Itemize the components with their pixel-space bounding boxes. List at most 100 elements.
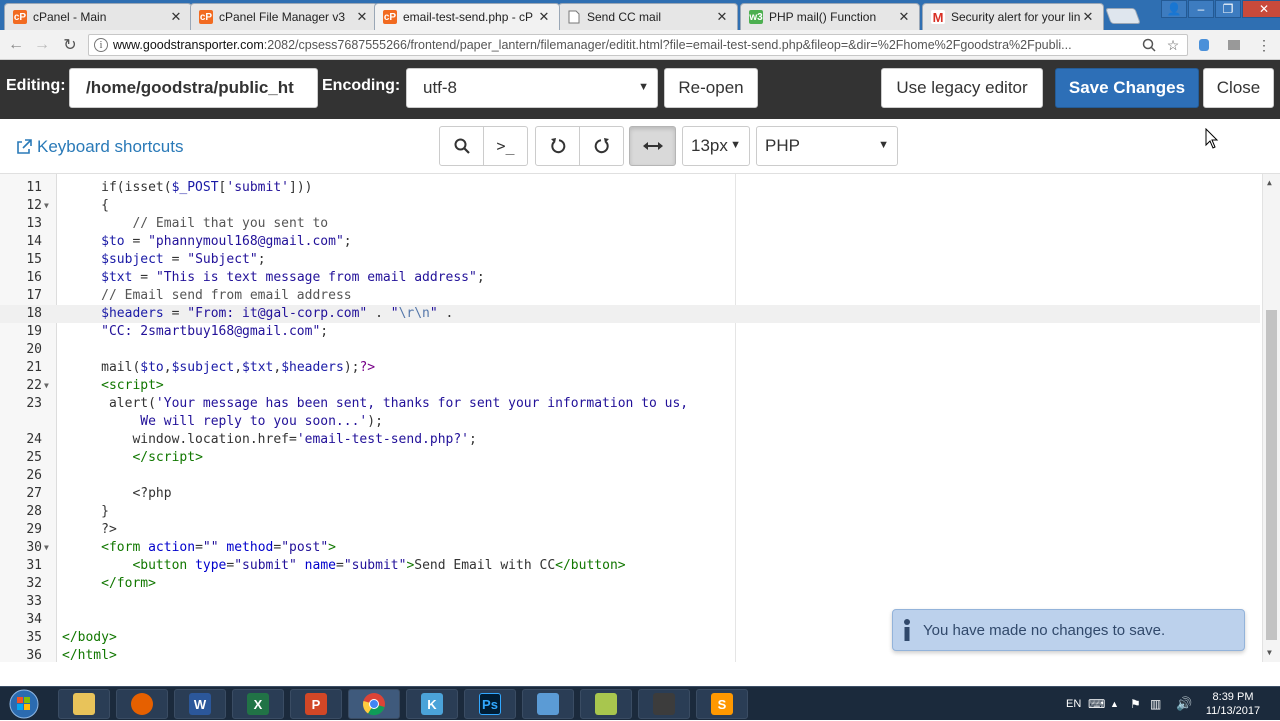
tab-close-icon[interactable]: ✕ (1081, 9, 1095, 25)
tab-close-icon[interactable]: ✕ (537, 9, 551, 25)
tab-close-icon[interactable]: ✕ (715, 9, 729, 25)
search-button[interactable] (439, 126, 484, 166)
address-bar[interactable]: i www.goodstransporter.com:2082/cpsess76… (88, 34, 1188, 56)
browser-tab-strip: cP cPanel - Main ✕ cP cPanel File Manage… (0, 0, 1280, 30)
external-link-icon (17, 139, 32, 154)
vertical-scrollbar[interactable]: ▲ ▼ (1262, 174, 1280, 662)
browser-toolbar: ← → ↻ i www.goodstransporter.com:2082/cp… (0, 30, 1280, 60)
language-indicator[interactable]: EN (1066, 687, 1081, 721)
sublime-icon: S (711, 693, 733, 715)
taskbar-excel[interactable]: X (232, 689, 284, 719)
search-icon (454, 138, 470, 154)
security-icon[interactable]: ⚑ (1130, 687, 1141, 721)
camera-icon (653, 693, 675, 715)
folder-icon (73, 693, 95, 715)
code-line: 29 ?> (26, 522, 117, 537)
font-size-select[interactable]: 13px ▼ (682, 126, 750, 166)
toast-message: You have made no changes to save. (923, 621, 1166, 639)
profile-icon[interactable]: 👤 (1161, 0, 1187, 18)
taskbar-app[interactable]: K (406, 689, 458, 719)
url-path: :2082/cpsess7687555266/frontend/paper_la… (263, 38, 1072, 52)
forward-arrow-icon[interactable]: → (30, 34, 54, 56)
zoom-icon[interactable] (1141, 37, 1157, 53)
taskbar-explorer[interactable] (58, 689, 110, 719)
browser-tab[interactable]: Send CC mail ✕ (558, 3, 738, 30)
code-line: 32 </form> (26, 576, 156, 591)
horizontal-arrows-icon (642, 142, 663, 150)
keyboard-shortcuts-link[interactable]: Keyboard shortcuts (16, 137, 183, 157)
tray-expand-icon[interactable]: ▲ (1110, 687, 1119, 721)
scroll-down-arrow-icon[interactable]: ▼ (1267, 648, 1272, 657)
close-button[interactable]: Close (1203, 68, 1274, 108)
taskbar-app[interactable] (638, 689, 690, 719)
browser-tab[interactable]: cP cPanel - Main ✕ (4, 3, 192, 30)
info-icon[interactable]: i (94, 38, 108, 52)
powerpoint-icon: P (305, 693, 327, 715)
code-line: 20 (26, 342, 42, 357)
code-editor[interactable]: . 11 if(isset($_POST['submit'])) 12▼ { 1… (0, 174, 1280, 662)
code-line: 16 $txt = "This is text message from ema… (26, 270, 485, 285)
code-line-active: 18 $headers = "From: it@gal-corp.com" . … (0, 305, 1260, 323)
tab-title: PHP mail() Function (769, 10, 877, 24)
wrap-toggle-button[interactable] (629, 126, 676, 166)
browser-tab-active[interactable]: cP email-test-send.php - cP ✕ (374, 3, 560, 30)
code-line: 12 ▼ { (26, 198, 109, 213)
undo-icon (550, 138, 565, 154)
system-clock[interactable]: 8:39 PM 11/13/2017 (1193, 690, 1273, 718)
back-arrow-icon[interactable]: ← (4, 34, 28, 56)
goto-line-button[interactable]: >_ (483, 126, 528, 166)
browser-tab[interactable]: cP cPanel File Manager v3 ✕ (190, 3, 378, 30)
editing-label: Editing: (6, 77, 66, 94)
scrollbar-thumb[interactable] (1266, 310, 1277, 640)
code-line: 25 </script> (26, 450, 203, 465)
url-host: www.goodstransporter.com (113, 38, 264, 52)
tab-close-icon[interactable]: ✕ (169, 9, 183, 25)
taskbar-powerpoint[interactable]: P (290, 689, 342, 719)
windows-taskbar: W X P K Ps S EN ⌨ ▲ ⚑ ▥ 🔊 8:39 PM 11/13/… (0, 686, 1280, 720)
tab-title: Send CC mail (587, 10, 662, 24)
taskbar-firefox[interactable] (116, 689, 168, 719)
redo-button[interactable] (579, 126, 624, 166)
start-button[interactable] (2, 688, 46, 720)
mode-select[interactable]: PHP ▼ (756, 126, 898, 166)
maximize-button[interactable]: ❐ (1215, 0, 1241, 18)
keyboard-icon[interactable]: ⌨ (1088, 687, 1105, 721)
code-line: 27 <?php (26, 486, 172, 501)
reopen-button[interactable]: Re-open (664, 68, 758, 108)
taskbar-sublime[interactable]: S (696, 689, 748, 719)
code-line: 24 window.location.href='email-test-send… (26, 432, 477, 447)
minimize-button[interactable]: – (1188, 0, 1214, 18)
tab-close-icon[interactable]: ✕ (355, 9, 369, 25)
network-icon[interactable]: ▥ (1150, 687, 1161, 721)
undo-button[interactable] (535, 126, 580, 166)
taskbar-app[interactable] (580, 689, 632, 719)
taskbar-photoshop[interactable]: Ps (464, 689, 516, 719)
reload-icon[interactable]: ↻ (58, 34, 82, 56)
browser-tab[interactable]: M Security alert for your lin ✕ (922, 3, 1104, 30)
extension-icon[interactable] (1196, 37, 1212, 53)
menu-icon[interactable]: ⋮ (1256, 37, 1272, 53)
volume-icon[interactable]: 🔊 (1176, 687, 1192, 721)
legacy-editor-button[interactable]: Use legacy editor (881, 68, 1043, 108)
window-close-button[interactable]: ✕ (1242, 0, 1280, 18)
new-tab-button[interactable] (1105, 8, 1141, 24)
extension-icon[interactable] (1226, 37, 1242, 53)
code-line: 19 "CC: 2smartbuy168@gmail.com"; (26, 324, 329, 339)
taskbar-chrome[interactable] (348, 689, 400, 719)
keyboard-shortcuts-text: Keyboard shortcuts (37, 137, 184, 156)
code-line: 28 } (26, 504, 109, 519)
file-path-field[interactable]: /home/goodstra/public_ht (69, 68, 318, 108)
taskbar-word[interactable]: W (174, 689, 226, 719)
code-line: 23 alert('Your message has been sent, th… (26, 396, 689, 411)
notification-toast: You have made no changes to save. (892, 609, 1245, 651)
browser-tab[interactable]: w3 PHP mail() Function ✕ (740, 3, 920, 30)
save-changes-button[interactable]: Save Changes (1055, 68, 1199, 108)
bookmark-star-icon[interactable]: ☆ (1165, 37, 1181, 53)
code-line: 22 ▼ <script> (26, 378, 164, 393)
tab-close-icon[interactable]: ✕ (897, 9, 911, 25)
encoding-select[interactable]: utf-8 ▼ (406, 68, 658, 108)
taskbar-app[interactable] (522, 689, 574, 719)
dropdown-arrow-icon: ▼ (878, 139, 889, 151)
scroll-up-arrow-icon[interactable]: ▲ (1267, 178, 1272, 187)
gmail-icon: M (931, 9, 945, 25)
